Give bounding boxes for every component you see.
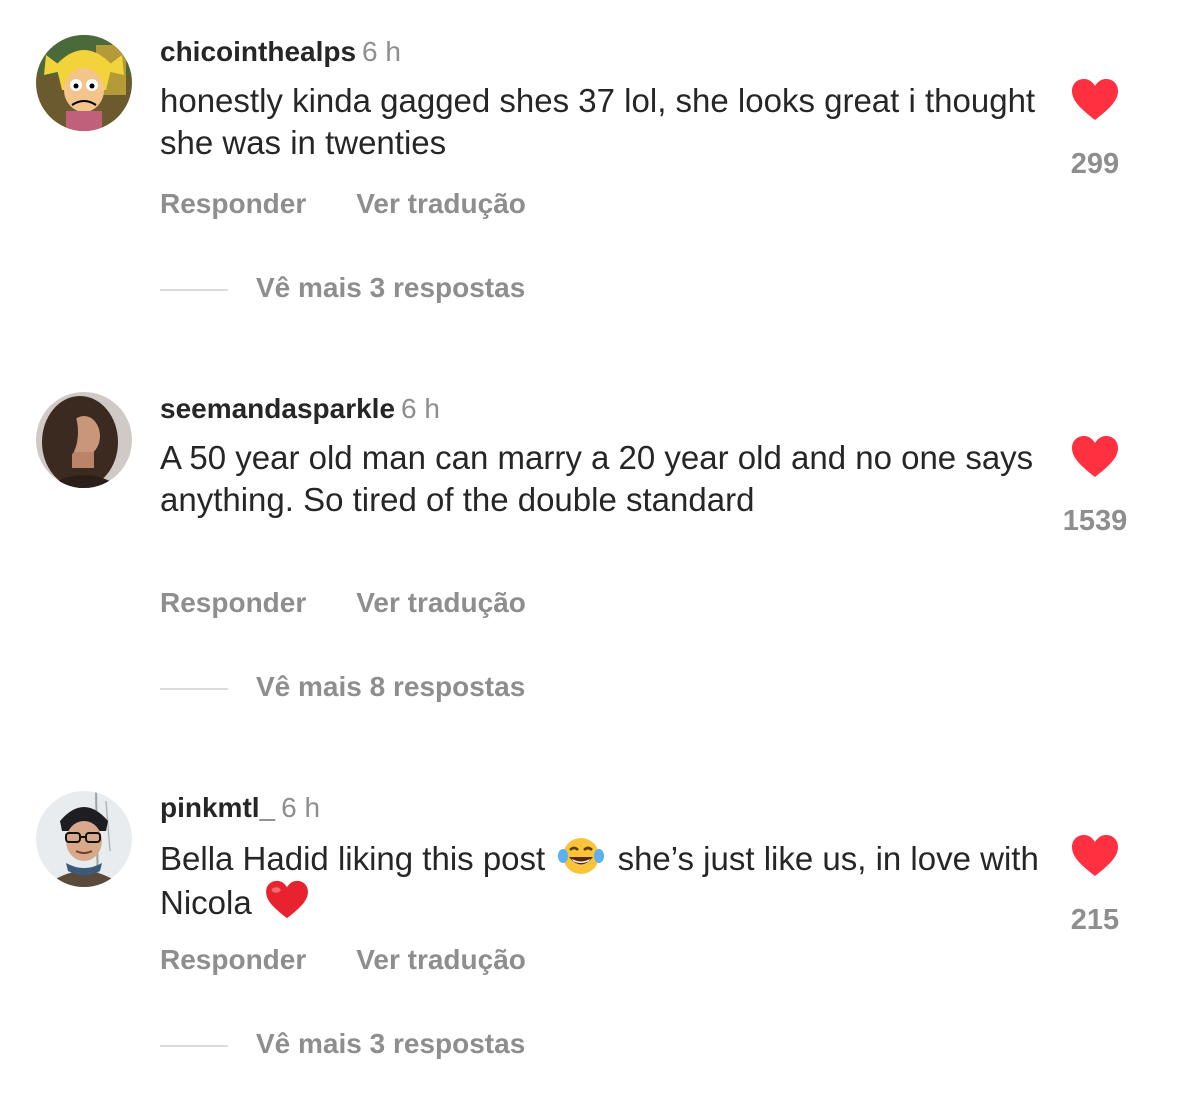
laughing-tears-emoji — [558, 838, 605, 874]
comment-actions: Responder Ver tradução — [160, 186, 526, 222]
replies-divider — [160, 288, 228, 291]
comment-actions: Responder Ver tradução — [160, 585, 526, 621]
heart-icon[interactable] — [1071, 435, 1119, 479]
avatar[interactable] — [36, 35, 132, 131]
translate-button[interactable]: Ver tradução — [356, 942, 526, 978]
heart-icon[interactable] — [1071, 78, 1119, 122]
view-replies-button[interactable]: Vê mais 3 respostas — [160, 1026, 525, 1062]
comment-meta: seemandasparkle 6 h — [160, 391, 440, 427]
translate-button[interactable]: Ver tradução — [356, 186, 526, 222]
replies-divider — [160, 687, 228, 690]
comment-text: A 50 year old man can marry a 20 year ol… — [160, 439, 1034, 518]
comment-actions: Responder Ver tradução — [160, 942, 526, 978]
comment-text: honestly kinda gagged shes 37 lol, she l… — [160, 82, 1036, 161]
like-count: 299 — [1070, 148, 1120, 180]
photo-avatar-image — [36, 791, 132, 887]
avatar[interactable] — [36, 392, 132, 488]
red-heart-emoji — [265, 880, 308, 919]
view-replies-label: Vê mais 8 respostas — [256, 671, 526, 702]
replies-divider — [160, 1044, 228, 1047]
username[interactable]: seemandasparkle — [160, 393, 395, 424]
view-replies-label: Vê mais 3 respostas — [256, 272, 526, 303]
view-replies-label: Vê mais 3 respostas — [256, 1028, 526, 1059]
timestamp: 6 h — [401, 393, 440, 424]
comment-meta: pinkmtl_ 6 h — [160, 790, 320, 826]
photo-avatar-image — [36, 392, 132, 488]
comment-meta: chicointhealps 6 h — [160, 34, 401, 70]
timestamp: 6 h — [281, 792, 321, 823]
comment-text-part: Bella Hadid liking this post — [160, 840, 546, 877]
view-replies-button[interactable]: Vê mais 3 respostas — [160, 270, 525, 306]
view-replies-button[interactable]: Vê mais 8 respostas — [160, 669, 525, 705]
heart-icon[interactable] — [1071, 834, 1119, 878]
comment-text: Bella Hadid liking this post she’s just … — [160, 836, 1040, 924]
avatar[interactable] — [36, 791, 132, 887]
like-count: 215 — [1070, 904, 1120, 936]
cartoon-avatar-image — [36, 35, 132, 131]
like-area: 215 — [1035, 834, 1155, 938]
like-area: 299 — [1035, 78, 1155, 182]
like-count: 1539 — [1062, 505, 1128, 537]
translate-button[interactable]: Ver tradução — [356, 585, 526, 621]
reply-button[interactable]: Responder — [160, 942, 306, 978]
timestamp: 6 h — [362, 36, 401, 67]
reply-button[interactable]: Responder — [160, 585, 306, 621]
username[interactable]: chicointhealps — [160, 36, 356, 67]
username[interactable]: pinkmtl_ — [160, 792, 275, 823]
like-area: 1539 — [1035, 435, 1155, 539]
reply-button[interactable]: Responder — [160, 186, 306, 222]
